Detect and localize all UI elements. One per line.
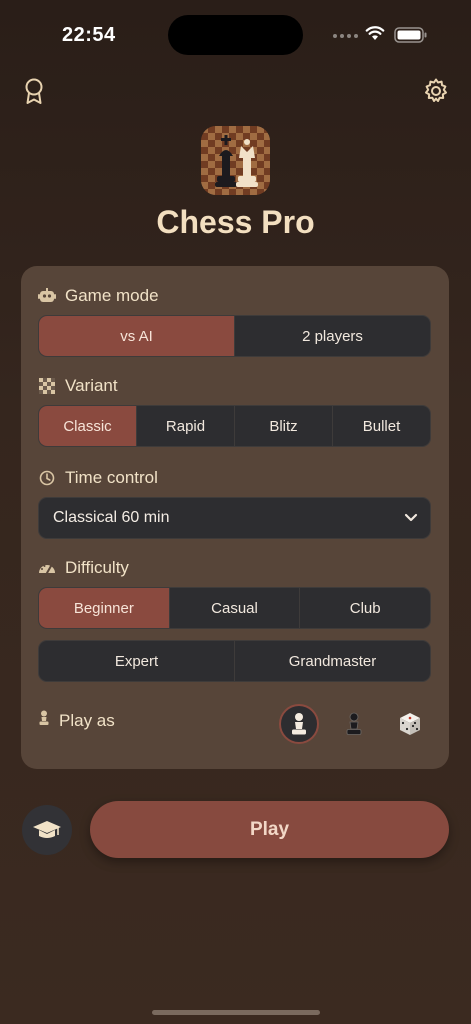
time-control-title: Time control bbox=[65, 468, 158, 487]
game-mode-segmented-control: vs AI 2 players bbox=[38, 315, 431, 357]
game-mode-option-vs-ai[interactable]: vs AI bbox=[39, 316, 234, 356]
play-as-random-button[interactable] bbox=[390, 704, 430, 744]
game-setup-panel: Game mode vs AI 2 players Variant Classi… bbox=[21, 266, 449, 769]
variant-option-classic[interactable]: Classic bbox=[39, 406, 136, 446]
white-pawn-icon bbox=[292, 713, 306, 735]
difficulty-option-expert[interactable]: Expert bbox=[39, 641, 234, 681]
status-time: 22:54 bbox=[62, 24, 116, 46]
time-control-value: Classical 60 min bbox=[53, 509, 170, 526]
variant-segmented-control: Classic Rapid Blitz Bullet bbox=[38, 405, 431, 447]
play-as-white-button[interactable] bbox=[279, 704, 319, 744]
difficulty-option-club[interactable]: Club bbox=[299, 588, 430, 628]
clock-icon bbox=[38, 469, 56, 487]
game-mode-label: Game mode bbox=[38, 286, 159, 306]
difficulty-option-grandmaster[interactable]: Grandmaster bbox=[234, 641, 430, 681]
chevron-down-icon bbox=[404, 513, 418, 522]
graduation-cap-icon bbox=[33, 821, 61, 838]
variant-title: Variant bbox=[65, 376, 118, 395]
play-as-black-button[interactable] bbox=[334, 704, 374, 744]
black-pawn-icon bbox=[346, 712, 362, 735]
time-control-label: Time control bbox=[38, 468, 158, 488]
difficulty-option-casual[interactable]: Casual bbox=[168, 588, 300, 628]
play-as-label: Play as bbox=[38, 710, 115, 731]
variant-option-bullet[interactable]: Bullet bbox=[332, 406, 430, 446]
dynamic-island bbox=[168, 15, 303, 55]
award-icon bbox=[25, 78, 43, 104]
home-indicator bbox=[152, 1010, 320, 1015]
difficulty-label: Difficulty bbox=[38, 558, 129, 578]
settings-button[interactable] bbox=[421, 76, 451, 106]
play-as-title: Play as bbox=[59, 710, 115, 730]
dice-icon bbox=[400, 713, 420, 735]
difficulty-segmented-row-2: Expert Grandmaster bbox=[38, 640, 431, 682]
variant-option-rapid[interactable]: Rapid bbox=[136, 406, 234, 446]
checkerboard-icon bbox=[38, 377, 56, 395]
play-button[interactable]: Play bbox=[90, 801, 449, 858]
cellular-signal-icon bbox=[333, 34, 358, 38]
gauge-icon bbox=[38, 559, 56, 577]
variant-label: Variant bbox=[38, 376, 118, 396]
status-bar: 22:54 bbox=[0, 0, 471, 60]
difficulty-title: Difficulty bbox=[65, 558, 129, 577]
battery-icon bbox=[394, 27, 427, 43]
achievements-button[interactable] bbox=[19, 76, 49, 106]
learn-button[interactable] bbox=[22, 805, 72, 855]
robot-icon bbox=[38, 287, 56, 305]
app-title: Chess Pro bbox=[156, 204, 315, 240]
variant-option-blitz[interactable]: Blitz bbox=[234, 406, 332, 446]
time-control-dropdown[interactable]: Classical 60 min bbox=[38, 497, 431, 539]
app-logo bbox=[201, 126, 270, 195]
game-mode-option-2-players[interactable]: 2 players bbox=[234, 316, 430, 356]
game-mode-title: Game mode bbox=[65, 286, 159, 305]
difficulty-segmented-row-1: Beginner Casual Club bbox=[38, 587, 431, 629]
wifi-icon bbox=[365, 26, 385, 40]
gear-icon bbox=[425, 78, 447, 102]
difficulty-option-beginner[interactable]: Beginner bbox=[39, 588, 169, 628]
pawn-icon bbox=[38, 710, 50, 731]
